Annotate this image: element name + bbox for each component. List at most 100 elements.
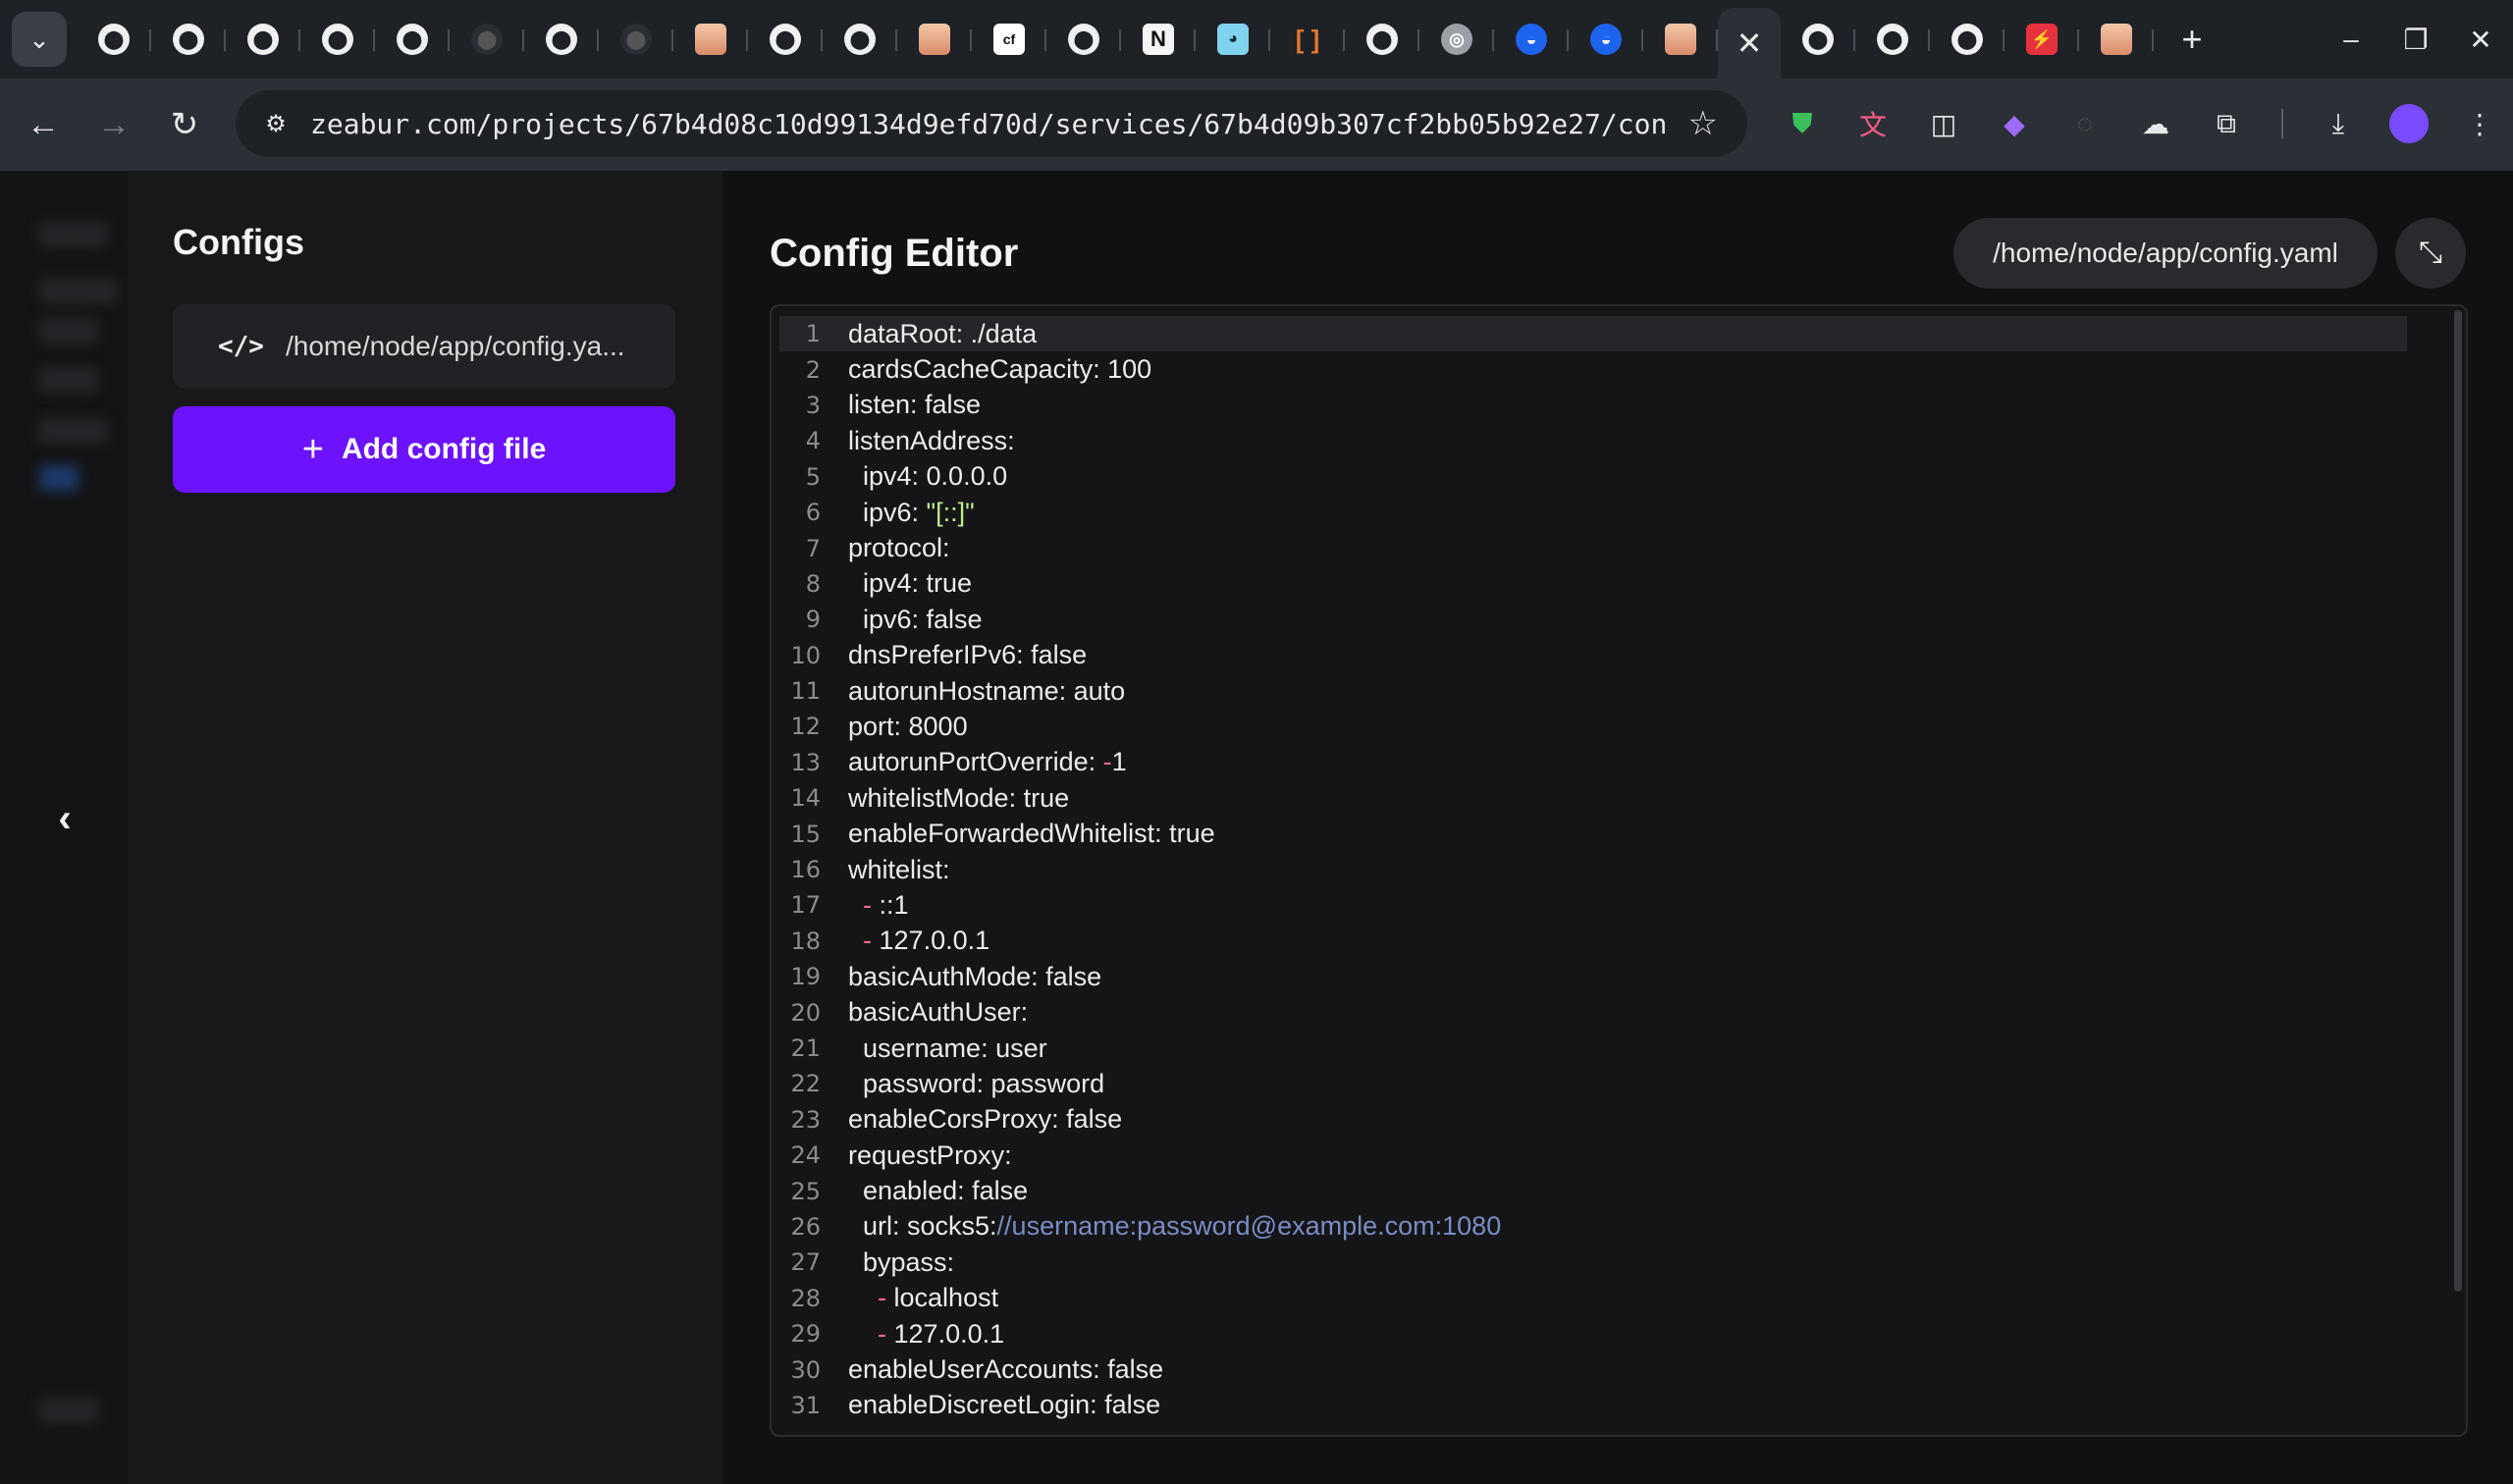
tab-13[interactable]: ⬤ [1046, 8, 1121, 71]
tab-15[interactable]: ◕ [1196, 8, 1270, 71]
diamond-extension-icon[interactable]: ◆ [1979, 108, 2050, 140]
code-line[interactable]: 27 bypass: [779, 1245, 2407, 1280]
line-number: 29 [790, 1320, 821, 1349]
tab-18[interactable]: ◎ [1419, 8, 1494, 71]
tab-after-4[interactable] [2079, 8, 2154, 71]
code-editor[interactable]: 1 dataRoot: ./data 2 cardsCacheCapacity: 10… [770, 304, 2468, 1437]
tab-strip: ⌄ ⬤ ⬤ ⬤ ⬤ ⬤ ⬤ ⬤ ⬤ ⬤ ⬤ cf ⬤ N ◕ [ ] ⬤ ◎ ◒ ◒ ✕ ⬤ ⬤ ⬤ ⚡ + – ❐ ✕ [0, 0, 2513, 79]
editor-scrollbar[interactable] [2450, 306, 2466, 1435]
close-window-icon[interactable]: ✕ [2448, 24, 2513, 56]
tab-12[interactable]: cf [972, 8, 1046, 71]
tab-21[interactable] [1643, 8, 1718, 71]
puzzle-piece-icon[interactable]: ☁ [2120, 108, 2191, 140]
tab-5[interactable]: ⬤ [450, 8, 524, 71]
code-line[interactable]: 5 ipv4: 0.0.0.0 [779, 459, 2407, 495]
tab-3[interactable]: ⬤ [300, 8, 375, 71]
code-line[interactable]: 10 dnsPreferIPv6: false [779, 638, 2407, 673]
scrollbar-thumb[interactable] [2454, 310, 2462, 1292]
add-config-file-button[interactable]: + Add config file [173, 406, 675, 493]
code-line[interactable]: 21 username: user [779, 1031, 2407, 1066]
code-line[interactable]: 19 basicAuthMode: false [779, 959, 2407, 994]
code-line[interactable]: 28 - localhost [779, 1281, 2407, 1316]
restore-icon[interactable]: ❐ [2383, 24, 2448, 56]
code-line[interactable]: 22 password: password [779, 1066, 2407, 1101]
site-info-icon[interactable]: ⚙ [257, 105, 294, 142]
code-line[interactable]: 7 protocol: [779, 530, 2407, 565]
tab-6[interactable]: ⬤ [524, 8, 599, 71]
code-line[interactable]: 29 - 127.0.0.1 [779, 1316, 2407, 1352]
code-line[interactable]: 31 enableDiscreetLogin: false [779, 1388, 2407, 1423]
github-icon: ⬤ [1877, 24, 1908, 55]
tab-20[interactable]: ◒ [1569, 8, 1643, 71]
code-line[interactable]: 14 whitelistMode: true [779, 780, 2407, 816]
tab-17[interactable]: ⬤ [1345, 8, 1419, 71]
code-line[interactable]: 18 - 127.0.0.1 [779, 924, 2407, 959]
code-line[interactable]: 20 basicAuthUser: [779, 994, 2407, 1030]
address-bar[interactable]: ⚙ zeabur.com/projects/67b4d08c10d99134d9… [236, 90, 1747, 157]
tab-11[interactable] [897, 8, 972, 71]
github-icon: ⬤ [247, 24, 279, 55]
github-icon: ⬤ [1068, 24, 1099, 55]
tab-16[interactable]: [ ] [1270, 8, 1345, 71]
window-controls: – ❐ ✕ [2319, 0, 2513, 79]
tab-search-button[interactable]: ⌄ [12, 12, 67, 67]
minimize-icon[interactable]: – [2319, 24, 2383, 55]
exit-fullscreen-button[interactable]: ⤡ [2395, 218, 2466, 289]
tab-after-2[interactable]: ⬤ [1930, 8, 2005, 71]
code-line[interactable]: 8 ipv4: true [779, 566, 2407, 602]
spinner-extension-icon[interactable]: ◌ [2050, 108, 2120, 139]
new-tab-button[interactable]: + [2167, 19, 2217, 60]
tab-7[interactable]: ⬤ [599, 8, 673, 71]
active-tab[interactable]: ✕ [1718, 8, 1781, 79]
tab-9[interactable]: ⬤ [748, 8, 823, 71]
code-line[interactable]: 15 enableForwardedWhitelist: true [779, 816, 2407, 851]
line-number: 24 [790, 1141, 821, 1170]
code-line[interactable]: 1 dataRoot: ./data [779, 316, 2407, 352]
code-line[interactable]: 12 port: 8000 [779, 709, 2407, 744]
config-file-item[interactable]: </> /home/node/app/config.ya... [173, 304, 675, 389]
tab-after-0[interactable]: ⬤ [1781, 8, 1855, 71]
github-icon: ⬤ [844, 24, 876, 55]
close-tab-icon[interactable]: ✕ [1737, 25, 1763, 62]
code-line[interactable]: 6 ipv6: "[::]" [779, 495, 2407, 530]
menu-kebab-icon[interactable]: ⋮ [2444, 108, 2513, 140]
code-line[interactable]: 30 enableUserAccounts: false [779, 1352, 2407, 1387]
plus-icon: + [301, 428, 324, 470]
collapse-panel-icon[interactable]: ‹ [45, 799, 84, 838]
code-line[interactable]: 11 autorunHostname: auto [779, 673, 2407, 709]
tab-19[interactable]: ◒ [1494, 8, 1569, 71]
tab-4[interactable]: ⬤ [375, 8, 450, 71]
glasses-extension-icon[interactable]: ◫ [1908, 108, 1979, 140]
code-line[interactable]: 26 url: socks5://username:password@examp… [779, 1209, 2407, 1245]
tab-14[interactable]: N [1121, 8, 1196, 71]
back-button[interactable]: ← [8, 106, 79, 144]
code-line[interactable]: 9 ipv6: false [779, 602, 2407, 637]
code-line[interactable]: 2 cardsCacheCapacity: 100 [779, 351, 2407, 387]
code-line[interactable]: 4 listenAddress: [779, 423, 2407, 458]
bookmark-star-icon[interactable]: ☆ [1688, 104, 1718, 143]
extensions-icon[interactable]: ⧉ [2191, 108, 2262, 140]
tab-after-1[interactable]: ⬤ [1855, 8, 1930, 71]
code-line[interactable]: 25 enabled: false [779, 1173, 2407, 1208]
download-icon[interactable]: ⤓ [2303, 108, 2374, 140]
code-line[interactable]: 13 autorunPortOverride: -1 [779, 745, 2407, 780]
tab-2[interactable]: ⬤ [226, 8, 300, 71]
url-text[interactable]: zeabur.com/projects/67b4d08c10d99134d9ef… [310, 108, 1665, 140]
code-line[interactable]: 3 listen: false [779, 388, 2407, 423]
code-line[interactable]: 17 - ::1 [779, 887, 2407, 923]
reload-button[interactable]: ↻ [149, 105, 220, 144]
translate-extension-icon[interactable]: 文 [1838, 104, 1908, 143]
tab-8[interactable] [673, 8, 748, 71]
config-path-pill[interactable]: /home/node/app/config.yaml [1953, 218, 2378, 289]
code-line[interactable]: 16 whitelist: [779, 852, 2407, 887]
tab-0[interactable]: ⬤ [77, 8, 151, 71]
shield-extension-icon[interactable]: ⛊ [1767, 108, 1838, 140]
code-line[interactable]: 24 requestProxy: [779, 1138, 2407, 1173]
profile-avatar[interactable] [2389, 104, 2429, 143]
tab-after-3[interactable]: ⚡ [2005, 8, 2079, 71]
code-line[interactable]: 23 enableCorsProxy: false [779, 1102, 2407, 1138]
tab-1[interactable]: ⬤ [151, 8, 226, 71]
tab-10[interactable]: ⬤ [823, 8, 897, 71]
line-content: port: 8000 [848, 711, 968, 741]
forward-button[interactable]: → [79, 106, 149, 144]
